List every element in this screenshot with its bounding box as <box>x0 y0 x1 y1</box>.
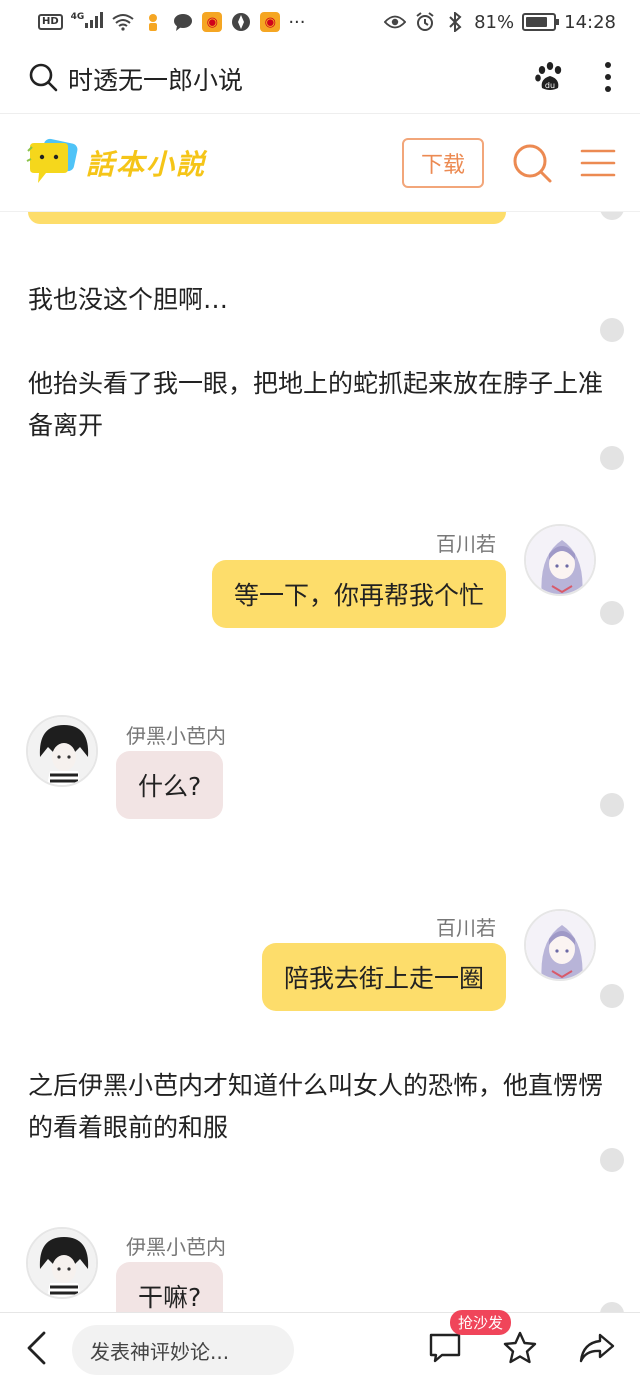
paragraph-comment-dot[interactable] <box>600 318 624 342</box>
search-icon <box>28 62 58 96</box>
paragraph-comment-dot[interactable] <box>600 1148 624 1172</box>
paragraph-comment-dot[interactable] <box>600 601 624 625</box>
eye-icon <box>384 12 407 32</box>
weibo-icon: ◉ <box>202 12 223 32</box>
search-icon[interactable] <box>510 141 554 185</box>
avatar[interactable] <box>524 909 596 981</box>
browser-search-bar[interactable]: 时透无一郎小说 du <box>0 44 640 114</box>
status-bar: HD 4G ◉ ◉ ··· 81% 14:28 <box>0 0 640 44</box>
hd-badge: HD <box>38 14 63 30</box>
more-menu-icon[interactable] <box>604 61 612 97</box>
chat-bubble: 什么? <box>116 751 224 819</box>
baidu-paw-icon[interactable]: du <box>534 61 566 97</box>
speaker-name: 伊黑小芭内 <box>126 1235 226 1259</box>
avatar[interactable] <box>26 1227 98 1299</box>
chat-bubble-partial <box>28 212 506 224</box>
site-logo[interactable]: 話本小説 <box>24 137 206 189</box>
paragraph-comment-dot[interactable] <box>600 984 624 1008</box>
download-button[interactable]: 下载 <box>402 137 484 188</box>
search-query[interactable]: 时透无一郎小说 <box>68 61 243 97</box>
avatar[interactable] <box>524 524 596 596</box>
avatar[interactable] <box>26 715 98 787</box>
chat-bubble: 陪我去街上走一圈 <box>261 943 506 1011</box>
speaker-name: 百川若 <box>436 916 496 940</box>
more-notifications: ··· <box>288 11 306 33</box>
story-paragraph: 我也没这个胆啊… <box>28 285 229 314</box>
sofa-badge[interactable]: 抢沙发 <box>450 1310 512 1335</box>
alarm-icon <box>414 12 436 32</box>
cellular-signal-icon: 4G <box>71 11 105 33</box>
hamburger-menu-icon[interactable] <box>580 148 616 178</box>
star-icon[interactable] <box>502 1331 538 1369</box>
svg-text:du: du <box>545 81 555 90</box>
app-notification-icon <box>142 12 164 32</box>
message-icon <box>172 12 194 32</box>
speaker-name: 百川若 <box>436 532 496 556</box>
comment-icon[interactable]: 抢沙发 <box>428 1310 512 1368</box>
paragraph-comment-dot[interactable] <box>600 793 624 817</box>
battery-icon <box>522 13 560 31</box>
site-header: 話本小説 下载 <box>0 114 640 212</box>
story-paragraph: 之后伊黑小芭内才知道什么叫女人的恐怖，他直愣愣的看着眼前的和服 <box>28 1071 604 1142</box>
comment-input[interactable]: 发表神评妙论... <box>72 1325 294 1375</box>
back-icon[interactable] <box>24 1330 48 1370</box>
paragraph-comment-dot[interactable] <box>600 446 624 470</box>
paragraph-comment-dot[interactable] <box>600 1302 624 1312</box>
logo-text: 話本小説 <box>86 147 207 181</box>
bluetooth-icon <box>444 12 466 32</box>
compass-icon <box>230 12 252 32</box>
wifi-icon <box>112 12 134 32</box>
battery-percent: 81% <box>474 11 515 33</box>
paragraph-comment-dot[interactable] <box>600 212 624 220</box>
story-content[interactable]: 我也没这个胆啊… 他抬头看了我一眼，把地上的蛇抓起来放在脖子上准备离开 百川若 … <box>0 212 640 1312</box>
weibo-icon: ◉ <box>260 12 281 32</box>
story-paragraph: 他抬头看了我一眼，把地上的蛇抓起来放在脖子上准备离开 <box>28 369 604 440</box>
speech-bubble-logo-icon <box>26 138 78 183</box>
bottom-toolbar: 发表神评妙论... 抢沙发 <box>0 1310 640 1387</box>
chat-bubble: 等一下，你再帮我个忙 <box>211 560 506 628</box>
clock: 14:28 <box>564 11 616 33</box>
chat-bubble: 干嘛? <box>116 1262 224 1312</box>
share-icon[interactable] <box>578 1332 616 1368</box>
speaker-name: 伊黑小芭内 <box>126 724 226 748</box>
